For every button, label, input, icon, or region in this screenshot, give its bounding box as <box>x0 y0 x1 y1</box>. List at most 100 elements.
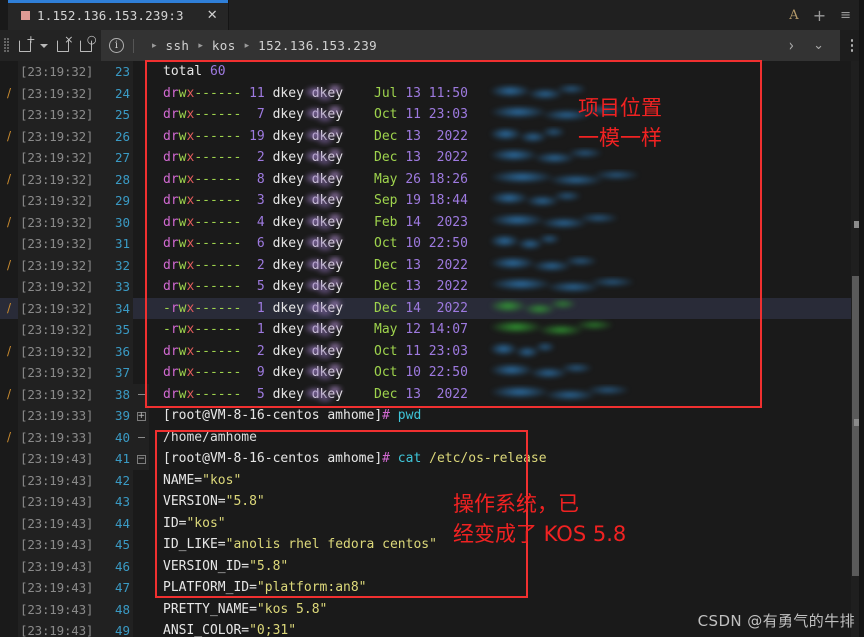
file-link-count: 3 <box>241 193 265 208</box>
row-line-number: 31 <box>103 233 133 255</box>
row-content: drwx------ 9 dkey dkeyOct 10 22:50 <box>149 362 864 384</box>
redacted-file-name <box>489 211 618 233</box>
fold-line-icon <box>137 437 145 438</box>
row-content: VERSION="5.8" <box>149 491 864 513</box>
redacted-file-name <box>489 383 629 405</box>
row-fold-control <box>133 426 149 448</box>
session-tab[interactable]: 1.152.136.153.239:3 ✕ <box>8 0 229 30</box>
redacted-file-size <box>297 190 353 212</box>
row-timestamp: [23:19:32] <box>18 168 103 190</box>
row-fold-control[interactable]: − <box>133 448 149 470</box>
row-content: drwx------ 4 dkey dkeyFeb 14 2023 <box>149 211 864 233</box>
info-icon[interactable]: i <box>109 38 124 53</box>
row-content: drwx------ 3 dkey dkeySep 19 18:44 <box>149 190 864 212</box>
row-line-number: 42 <box>103 469 133 491</box>
row-line-number: 39 <box>103 405 133 427</box>
file-link-count: 6 <box>241 236 265 251</box>
new-tab-icon[interactable]: + <box>813 6 826 25</box>
redacted-file-name <box>489 82 586 104</box>
row-line-number: 30 <box>103 211 133 233</box>
row-timestamp: [23:19:32] <box>18 61 103 83</box>
redacted-file-size <box>297 82 353 104</box>
close-icon[interactable]: ✕ <box>191 9 218 22</box>
row-line-number: 49 <box>103 620 133 637</box>
new-session-dropdown-button[interactable] <box>36 30 51 61</box>
reconnect-session-button[interactable]: ○ <box>74 30 97 61</box>
breadcrumb-item-group[interactable]: kos <box>212 38 236 53</box>
redacted-file-size <box>297 233 353 255</box>
text-segment: "platform:an8" <box>256 580 367 595</box>
text-segment: PRETTY_NAME= <box>163 601 257 617</box>
new-session-icon: + <box>18 34 36 52</box>
row-line-number: 24 <box>103 82 133 104</box>
row-content: [root@VM-8-16-centos amhome]# pwd <box>149 405 864 427</box>
row-line-number: 23 <box>103 61 133 83</box>
terminal-row: [23:19:43] 44 ID="kos" <box>0 512 864 535</box>
row-change-marker: / <box>6 85 12 100</box>
row-timestamp: [23:19:43] <box>18 469 103 491</box>
file-link-count: 8 <box>241 171 265 187</box>
row-line-number: 34 <box>103 297 133 319</box>
text-segment: "5.8" <box>225 494 265 509</box>
fold-collapse-icon[interactable]: − <box>136 454 146 464</box>
redacted-file-name <box>489 276 634 298</box>
terminal-row: [23:19:32]33 drwx------ 5 dkey dkeyDec 13… <box>0 276 864 298</box>
row-timestamp: [23:19:32] <box>18 190 103 212</box>
row-line-number: 36 <box>103 340 133 362</box>
row-fold-control[interactable]: + <box>133 405 149 427</box>
address-bar[interactable]: i ▸ ssh ▸ kos ▸ 152.136.153.239 › ⌄ <box>101 30 840 61</box>
row-timestamp: [23:19:43] <box>18 512 103 534</box>
drag-grip-icon[interactable] <box>0 30 13 61</box>
chevron-down-icon[interactable]: ⌄ <box>805 38 832 53</box>
redacted-file-name <box>489 362 592 384</box>
row-content: NAME="kos" <box>149 470 864 492</box>
row-content: drwx------ 5 dkey dkeyDec 13 2022 <box>149 383 864 405</box>
terminal-row: [23:19:33] 39 + [root@VM-8-16-centos amhome… <box>0 405 864 427</box>
file-link-count: 1 <box>241 322 265 337</box>
terminal-row: / [23:19:32]26 drwx------ 19 dkey dkeyDec … <box>0 125 864 147</box>
row-timestamp: [23:19:32] <box>18 297 103 319</box>
chevron-right-icon[interactable]: › <box>784 36 799 56</box>
new-session-button[interactable]: + <box>13 30 36 61</box>
main-menu-icon[interactable]: ≡ <box>840 8 851 23</box>
row-timestamp: [23:19:32] <box>18 125 103 147</box>
row-timestamp: [23:19:32] <box>18 276 103 298</box>
row-content: drwx------ 6 dkey dkeyOct 10 22:50 <box>149 233 864 255</box>
row-line-number: 25 <box>103 104 133 126</box>
row-change-marker: / <box>6 171 12 186</box>
redacted-file-name <box>489 254 597 276</box>
terminal-row: / [23:19:32]36 drwx------ 2 dkey dkeyOct 1… <box>0 340 864 362</box>
breadcrumb-separator-icon: ▸ <box>198 40 203 51</box>
breadcrumb-item-protocol[interactable]: ssh <box>166 38 190 53</box>
row-content: ID="kos" <box>149 513 864 535</box>
row-content: total 60 <box>149 61 864 83</box>
row-content: -rwx------ 1 dkey dkeyMay 12 14:07 <box>149 319 864 341</box>
text-segment: pwd <box>389 408 422 423</box>
terminal-row: [23:19:32]29 drwx------ 3 dkey dkeySep 19… <box>0 190 864 212</box>
breadcrumb-item-host[interactable]: 152.136.153.239 <box>258 38 377 53</box>
file-date: May 26 18:26 <box>374 171 468 187</box>
text-segment: "kos" <box>202 472 242 488</box>
font-size-icon[interactable]: A <box>789 8 798 23</box>
file-permissions: drwx------ <box>163 343 242 359</box>
chevron-down-icon <box>39 43 48 48</box>
fold-expand-icon[interactable]: + <box>136 411 146 421</box>
address-bar-actions: › ⌄ <box>782 36 832 56</box>
row-content: /home/amhome <box>149 427 864 449</box>
row-change-marker: / <box>6 343 12 358</box>
row-line-number: 44 <box>103 512 133 534</box>
terminal-row: [23:19:32]25 drwx------ 7 dkey dkeyOct 11… <box>0 104 864 126</box>
row-content: drwx------ 7 dkey dkeyOct 11 23:03 <box>149 104 864 126</box>
terminal-row: [23:19:32] 23 total 60 <box>0 61 864 83</box>
text-segment: "anolis rhel fedora centos" <box>225 537 437 552</box>
text-segment: total <box>163 64 210 79</box>
terminal-output[interactable]: [23:19:32] 23 total 60/[23:19:32] 24 drwx---… <box>0 61 864 637</box>
row-line-number: 32 <box>103 254 133 276</box>
file-date: Oct 11 23:03 <box>374 107 468 122</box>
tabbar-actions: A + ≡ <box>789 0 864 30</box>
text-segment: VERSION_ID= <box>163 558 250 574</box>
terminal-row: [23:19:43] 45 ID_LIKE="anolis rhel fedora … <box>0 534 864 556</box>
row-line-number: 45 <box>103 534 133 556</box>
close-session-button[interactable]: × <box>51 30 74 61</box>
row-content: drwx------ 2 dkey dkeyOct 11 23:03 <box>149 340 864 362</box>
